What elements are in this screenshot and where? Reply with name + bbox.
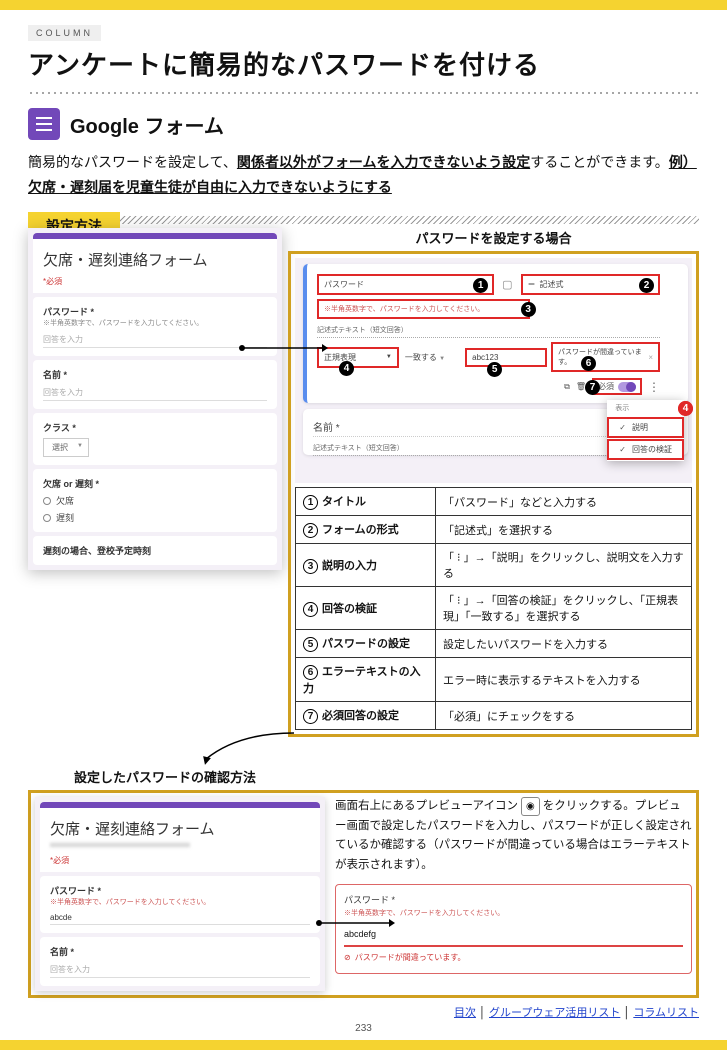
section2-paragraph: 画面右上にあるプレビューアイコン◉をクリックする。プレビュー画面で設定したパスワ… xyxy=(335,797,692,875)
err-sub: ※半角英数字で、パスワードを入力してください。 xyxy=(344,908,683,920)
regex-select[interactable]: 正規表現▼4 xyxy=(317,347,399,368)
description-field[interactable]: ※半角英数字で、パスワードを入力してください。 3 xyxy=(317,299,530,319)
form2-pw-input[interactable]: abcde xyxy=(50,911,310,925)
confirm-highlight-box: 欠席・遅刻連絡フォーム xxxxxxxxxxxxxxxxxxxxxxxxxxxx… xyxy=(28,790,699,998)
callout-2-icon: 2 xyxy=(639,278,654,293)
form2-name-label: 名前 * xyxy=(50,945,310,958)
error-example-box: パスワード * ※半角英数字で、パスワードを入力してください。 abcdefg … xyxy=(335,884,692,974)
image-insert-icon[interactable]: ▢ xyxy=(502,278,512,291)
q-password-label: パスワード * xyxy=(43,305,267,318)
app-name: Google フォーム xyxy=(70,110,224,139)
q-reason-label: 遅刻の場合、登校予定時刻 xyxy=(43,544,267,557)
callout-5-icon: 5 xyxy=(487,362,502,377)
kebab-popup: 表示 ✓説明3 ✓回答の検証4 xyxy=(607,400,684,461)
form-preview-left: 欠席・遅刻連絡フォーム *必須 パスワード * ※半角英数字で、パスワードを入力… xyxy=(28,228,282,570)
google-forms-icon xyxy=(28,108,60,140)
editor-highlight-box: ⊕ ⇥ Tт ▢ ▷ ⊟ パスワード 1 ▢ xyxy=(288,251,699,737)
divider-dots xyxy=(28,92,699,94)
callout-6-icon: 6 xyxy=(581,356,596,371)
preview-eye-icon: ◉ xyxy=(521,797,540,816)
page-number: 233 xyxy=(28,1023,699,1034)
title-field[interactable]: パスワード 1 xyxy=(317,274,494,295)
editor-caption: パスワードを設定する場合 xyxy=(288,228,699,247)
callout-7-icon: 7 xyxy=(585,380,600,395)
popup-item-validation[interactable]: ✓回答の検証4 xyxy=(607,439,684,460)
form2-name-input[interactable]: 回答を入力 xyxy=(50,962,310,978)
callout-3-icon: 3 xyxy=(521,302,536,317)
link-column-list[interactable]: コラムリスト xyxy=(633,1007,699,1019)
intro-text: 簡易的なパスワードを設定して、関係者以外がフォームを入力できないよう設定すること… xyxy=(28,150,699,200)
match-select[interactable]: 一致する ▼ xyxy=(403,349,461,366)
table-row: 1タイトル xyxy=(296,488,436,516)
steps-table: 1タイトル「パスワード」などと入力する 2フォームの形式「記述式」を選択する 3… xyxy=(295,487,692,730)
password-value-field[interactable]: abc1235 xyxy=(465,348,547,367)
q-password-sub: ※半角英数字で、パスワードを入力してください。 xyxy=(43,318,267,328)
q-absent-label: 欠席 or 遅刻 * xyxy=(43,477,267,490)
table-row: 7必須回答の設定 xyxy=(296,702,436,730)
link-groupware[interactable]: グループウェア活用リスト xyxy=(489,1007,620,1019)
error-text-field[interactable]: パスワードが間違っています。6× xyxy=(551,342,660,372)
form2-pw-sub: ※半角英数字で、パスワードを入力してください。 xyxy=(50,897,310,907)
form2-title: 欠席・遅刻連絡フォーム xyxy=(50,818,310,839)
table-row: 2フォームの形式 xyxy=(296,516,436,544)
copy-icon[interactable]: ⧉ xyxy=(564,382,570,392)
callout-4b-icon: 4 xyxy=(678,401,693,416)
form-preview-2: 欠席・遅刻連絡フォーム xxxxxxxxxxxxxxxxxxxxxxxxxxxx… xyxy=(35,797,325,991)
form2-pw-label: パスワード * xyxy=(50,884,310,897)
format-select[interactable]: ＝記述式 2 ▼ xyxy=(521,274,660,295)
form2-required: *必須 xyxy=(50,855,310,866)
hatch-pattern xyxy=(28,216,699,224)
table-row: 5パスワードの設定 xyxy=(296,630,436,658)
table-row: 3説明の入力 xyxy=(296,544,436,587)
section2-title: 設定したパスワードの確認方法 xyxy=(74,767,699,786)
footer-links: 目次 │ グループウェア活用リスト │ コラムリスト xyxy=(28,1004,699,1020)
table-row: 4回答の検証 xyxy=(296,587,436,630)
form-title: 欠席・遅刻連絡フォーム xyxy=(43,249,267,270)
error-icon: ⊘ xyxy=(344,951,351,965)
radio-absent[interactable]: 欠席 xyxy=(43,494,267,507)
required-toggle[interactable]: 7 必須 xyxy=(592,378,642,395)
err-message: ⊘パスワードが間違っています。 xyxy=(344,951,683,965)
q-name-label: 名前 * xyxy=(43,368,267,381)
callout-1-icon: 1 xyxy=(473,278,488,293)
radio-late[interactable]: 遅刻 xyxy=(43,511,267,524)
kebab-menu-icon[interactable]: ⋮ xyxy=(648,380,660,394)
q-class-select[interactable]: 選択 xyxy=(43,438,89,457)
column-badge: COLUMN xyxy=(28,25,101,41)
link-toc[interactable]: 目次 xyxy=(454,1007,476,1019)
page-title: アンケートに簡易的なパスワードを付ける xyxy=(28,45,699,82)
err-label: パスワード * xyxy=(344,893,683,908)
q-name-input[interactable]: 回答を入力 xyxy=(43,385,267,401)
popup-item-description[interactable]: ✓説明3 xyxy=(607,417,684,438)
q-password-input[interactable]: 回答を入力 xyxy=(43,332,267,348)
table-row: 6エラーテキストの入力 xyxy=(296,658,436,702)
callout-4-icon: 4 xyxy=(339,361,354,376)
q-class-label: クラス * xyxy=(43,421,267,434)
short-answer-placeholder: 記述式テキスト（短文回答） xyxy=(317,323,660,338)
err-input[interactable]: abcdefg xyxy=(344,924,683,947)
arrow-connector-2 xyxy=(198,731,298,765)
required-note: *必須 xyxy=(43,276,267,287)
